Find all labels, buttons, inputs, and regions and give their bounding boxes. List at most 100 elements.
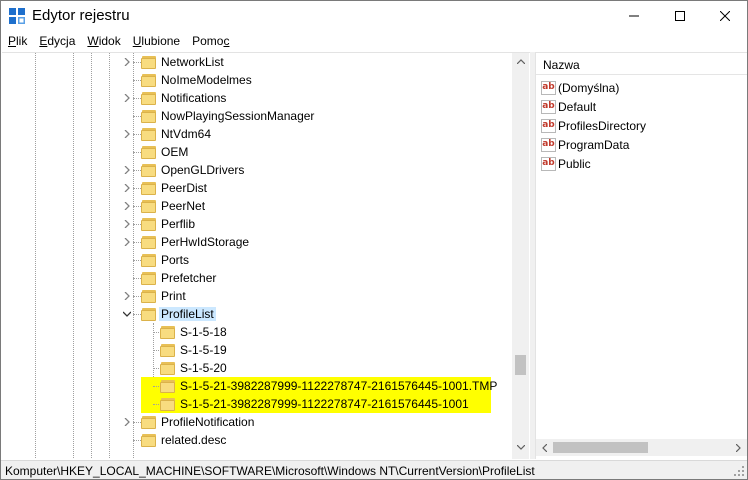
tree-node[interactable]: S-1-5-21-3982287999-1122278747-216157644… bbox=[2, 395, 512, 413]
menu-widok[interactable]: Widok bbox=[81, 32, 126, 51]
value-row[interactable]: ab ProfilesDirectory bbox=[541, 117, 741, 136]
tree-node[interactable]: Notifications bbox=[2, 89, 512, 107]
tree-node[interactable]: OpenGLDrivers bbox=[2, 161, 512, 179]
tree-vertical-scrollbar[interactable] bbox=[512, 53, 529, 459]
tree-connector bbox=[133, 296, 141, 297]
minimize-icon bbox=[629, 15, 639, 17]
scroll-up-button[interactable] bbox=[512, 53, 529, 70]
tree-node[interactable]: Prefetcher bbox=[2, 269, 512, 287]
tree-node-label: Print bbox=[161, 289, 186, 303]
tree-node[interactable]: ProfileList bbox=[2, 305, 512, 323]
folder-icon bbox=[141, 73, 157, 87]
tree-node[interactable]: NoImeModelmes bbox=[2, 71, 512, 89]
tree-node[interactable]: NtVdm64 bbox=[2, 125, 512, 143]
status-path: Komputer\HKEY_LOCAL_MACHINE\SOFTWARE\Mic… bbox=[5, 464, 535, 478]
tree-node[interactable]: S-1-5-18 bbox=[2, 323, 512, 341]
chevron-right-icon bbox=[124, 94, 130, 102]
tree-node[interactable]: Perflib bbox=[2, 215, 512, 233]
folder-icon bbox=[160, 397, 176, 411]
value-row[interactable]: ab Default bbox=[541, 98, 741, 117]
tree-node[interactable]: PeerNet bbox=[2, 197, 512, 215]
tree-node[interactable]: S-1-5-20 bbox=[2, 359, 512, 377]
folder-icon bbox=[160, 361, 176, 375]
close-button[interactable] bbox=[702, 1, 748, 31]
tree-connector bbox=[133, 206, 141, 207]
folder-icon bbox=[141, 307, 157, 321]
tree-expander-button[interactable] bbox=[121, 200, 133, 212]
tree-connector bbox=[133, 116, 141, 117]
tree-node-label: PeerDist bbox=[161, 181, 208, 195]
scroll-thumb[interactable] bbox=[553, 442, 648, 453]
scroll-left-button[interactable] bbox=[536, 439, 553, 456]
resize-grip-icon[interactable] bbox=[733, 465, 745, 477]
tree-connector bbox=[133, 62, 141, 63]
value-row[interactable]: ab Public bbox=[541, 155, 741, 174]
string-value-icon: ab bbox=[541, 119, 556, 133]
tree-node-label: S-1-5-18 bbox=[180, 325, 227, 339]
folder-icon bbox=[141, 271, 157, 285]
tree-connector bbox=[133, 188, 141, 189]
tree-node[interactable]: PerHwIdStorage bbox=[2, 233, 512, 251]
folder-icon bbox=[160, 343, 176, 357]
menu-pomoc[interactable]: Pomoc bbox=[186, 32, 235, 51]
tree-node-label: OpenGLDrivers bbox=[161, 163, 245, 177]
tree-expander-button[interactable] bbox=[121, 290, 133, 302]
tree-expander-button[interactable] bbox=[121, 92, 133, 104]
tree-node[interactable]: S-1-5-21-3982287999-1122278747-216157644… bbox=[2, 377, 512, 395]
scroll-down-button[interactable] bbox=[512, 439, 529, 456]
tree-node-label: S-1-5-21-3982287999-1122278747-216157644… bbox=[180, 397, 469, 411]
tree-node[interactable]: ProfileNotification bbox=[2, 413, 512, 431]
tree-node-label: NowPlayingSessionManager bbox=[161, 109, 315, 123]
tree-node[interactable]: S-1-5-19 bbox=[2, 341, 512, 359]
title-bar[interactable]: Edytor rejestru bbox=[1, 1, 747, 31]
folder-icon bbox=[141, 217, 157, 231]
tree-expander-button[interactable] bbox=[121, 182, 133, 194]
maximize-button[interactable] bbox=[657, 1, 703, 31]
value-row[interactable]: ab ProgramData bbox=[541, 136, 741, 155]
values-pane[interactable]: Nazwa ab (Domyślna) ab Default ab ProfilesDir… bbox=[535, 52, 747, 459]
tree-expander-button[interactable] bbox=[121, 416, 133, 428]
tree-node[interactable]: Print bbox=[2, 287, 512, 305]
tree-node[interactable]: related.desc bbox=[2, 431, 512, 449]
value-row[interactable]: ab (Domyślna) bbox=[541, 79, 741, 98]
tree-node-label: OEM bbox=[161, 145, 189, 159]
tree-node[interactable]: PeerDist bbox=[2, 179, 512, 197]
tree-node-label: S-1-5-19 bbox=[180, 343, 227, 357]
menu-edycja[interactable]: Edycja bbox=[33, 32, 81, 51]
column-header-name[interactable]: Nazwa bbox=[536, 53, 747, 75]
registry-editor-app-icon bbox=[9, 8, 25, 24]
tree-node[interactable]: OEM bbox=[2, 143, 512, 161]
tree-expander-button[interactable] bbox=[121, 164, 133, 176]
tree-expander-button[interactable] bbox=[121, 236, 133, 248]
menu-plik[interactable]: Plik bbox=[1, 32, 33, 51]
tree-node-label: PerHwIdStorage bbox=[161, 235, 250, 249]
minimize-button[interactable] bbox=[611, 1, 657, 31]
column-header-label: Nazwa bbox=[543, 58, 580, 72]
tree-connector bbox=[133, 242, 141, 243]
chevron-left-icon bbox=[542, 443, 547, 452]
maximize-icon bbox=[675, 11, 685, 21]
tree-connector bbox=[133, 80, 141, 81]
menu-ulubione[interactable]: Ulubione bbox=[127, 32, 186, 51]
tree-connector bbox=[133, 224, 141, 225]
tree-expander-button[interactable] bbox=[121, 218, 133, 230]
tree-node[interactable]: NowPlayingSessionManager bbox=[2, 107, 512, 125]
folder-icon bbox=[141, 253, 157, 267]
tree-expander-button[interactable] bbox=[121, 308, 133, 320]
tree-connector bbox=[133, 260, 141, 261]
tree-node-label: ProfileNotification bbox=[161, 415, 255, 429]
folder-icon bbox=[141, 109, 157, 123]
tree-expander-button[interactable] bbox=[121, 128, 133, 140]
tree-node[interactable]: Ports bbox=[2, 251, 512, 269]
value-name: (Domyślna) bbox=[558, 81, 620, 95]
scroll-thumb[interactable] bbox=[515, 355, 526, 375]
tree-node[interactable]: NetworkList bbox=[2, 53, 512, 71]
tree-node-label: Perflib bbox=[161, 217, 196, 231]
values-horizontal-scrollbar[interactable] bbox=[536, 439, 747, 456]
chevron-right-icon bbox=[124, 166, 130, 174]
scroll-right-button[interactable] bbox=[730, 439, 747, 456]
tree-expander-button[interactable] bbox=[121, 56, 133, 68]
folder-icon bbox=[141, 145, 157, 159]
folder-icon bbox=[141, 415, 157, 429]
registry-tree-pane[interactable]: NetworkList NoImeModelmes Notifications Now… bbox=[2, 52, 530, 459]
